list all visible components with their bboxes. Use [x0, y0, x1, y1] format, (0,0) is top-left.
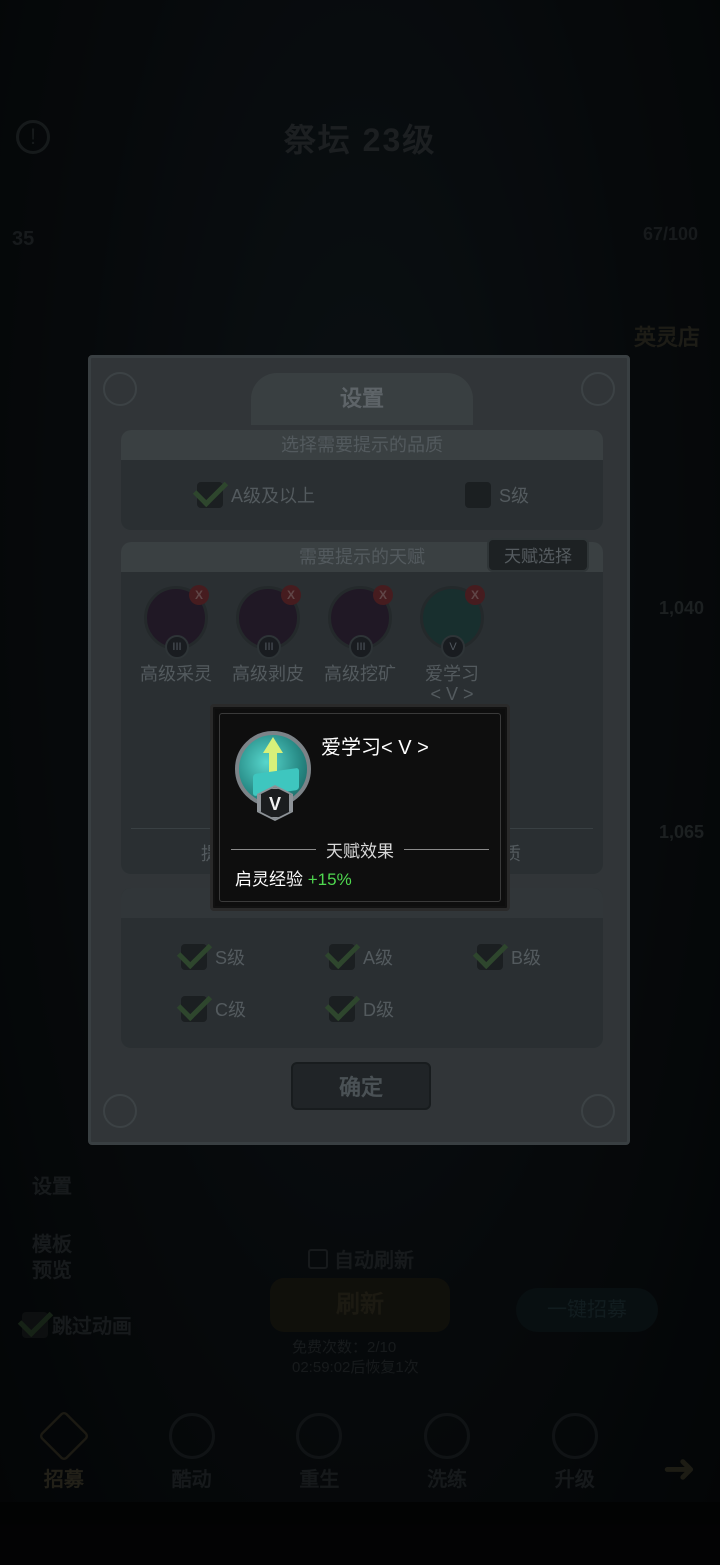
- pickaxe-icon: X III: [144, 585, 209, 659]
- settings-link[interactable]: 设置: [32, 1170, 72, 1199]
- grade-checkbox[interactable]: [477, 944, 503, 970]
- talent-popup: V 爱学习< V > 天赋效果 启灵经验 +15%: [210, 704, 510, 911]
- quality-header: 选择需要提示的品质: [121, 430, 603, 460]
- one-click-recruit-button[interactable]: 一键招募: [516, 1288, 658, 1332]
- knife-icon: X III: [236, 585, 301, 659]
- grade-checkbox[interactable]: [329, 996, 355, 1022]
- rank-badge: V: [441, 635, 465, 659]
- corner-ornament-icon: [581, 372, 615, 406]
- quality-s-label: S级: [499, 486, 530, 506]
- rank-badge: III: [257, 635, 281, 659]
- grade-option[interactable]: A级: [329, 944, 393, 970]
- next-arrow-icon[interactable]: ➜: [663, 1446, 697, 1492]
- grade-checkbox[interactable]: [181, 944, 207, 970]
- effect-label: 启灵经验: [235, 870, 303, 889]
- side-value-2: 1,065: [658, 822, 704, 842]
- skip-animation-toggle[interactable]: 跳过动画: [22, 1310, 132, 1339]
- grade-option[interactable]: B级: [477, 944, 541, 970]
- grade-label: B级: [511, 948, 542, 968]
- auto-refresh-checkbox[interactable]: [308, 1248, 328, 1269]
- grade-option[interactable]: C级: [181, 996, 246, 1022]
- bottom-nav: 招募 酷动 重生 洗练 升级 ➜: [0, 1409, 720, 1502]
- remove-icon[interactable]: X: [373, 585, 393, 605]
- nav-recruit[interactable]: 招募: [24, 1409, 104, 1492]
- effect-value: +15%: [307, 870, 352, 889]
- recruit-icon: [37, 1409, 90, 1463]
- grade-section: S级 A级 B级 C级 D级: [121, 888, 603, 1048]
- grade-option[interactable]: D级: [329, 996, 394, 1022]
- activity-icon: [168, 1413, 215, 1459]
- skip-animation-label: 跳过动画: [52, 1316, 132, 1338]
- remove-icon[interactable]: X: [465, 585, 485, 605]
- talent-name: 爱学习< V >: [321, 737, 429, 759]
- auto-refresh-label: 自动刷新: [334, 1250, 414, 1272]
- talent-item[interactable]: X III 高级挖矿: [319, 585, 401, 684]
- effect-separator: 天赋效果: [231, 837, 489, 862]
- grade-label: C级: [215, 1000, 246, 1020]
- quality-option-s[interactable]: S级: [465, 482, 529, 508]
- quality-option-a[interactable]: A级及以上: [197, 482, 315, 508]
- grade-label: S级: [215, 948, 246, 968]
- hammer-icon: X III: [328, 585, 393, 659]
- nav-rebirth[interactable]: 重生: [279, 1413, 359, 1492]
- nav-refine[interactable]: 洗练: [407, 1413, 487, 1492]
- upgrade-icon: [551, 1413, 598, 1459]
- corner-ornament-icon: [103, 372, 137, 406]
- quality-a-label: A级及以上: [231, 486, 316, 506]
- nav-upgrade[interactable]: 升级: [535, 1413, 615, 1492]
- separator-line: [231, 849, 316, 850]
- refresh-button[interactable]: 刷新: [270, 1278, 450, 1332]
- nav-activity[interactable]: 酷动: [152, 1413, 232, 1492]
- book-icon: X V: [420, 585, 485, 659]
- rebirth-icon: [296, 1413, 343, 1459]
- grade-label: A级: [363, 948, 394, 968]
- rank-badge: III: [349, 635, 373, 659]
- template-link-2[interactable]: 预览: [32, 1254, 72, 1283]
- settings-title: 设置: [251, 373, 473, 425]
- talent-select-button[interactable]: 天赋选择: [487, 538, 589, 572]
- corner-ornament-icon: [103, 1094, 137, 1128]
- grade-option[interactable]: S级: [181, 944, 245, 970]
- side-value-1: 1,040: [658, 598, 704, 618]
- grade-label: D级: [363, 1000, 394, 1020]
- arrow-stem: [269, 751, 277, 773]
- template-link-1[interactable]: 模板: [32, 1228, 72, 1257]
- talent-label: 高级剥皮: [232, 664, 304, 684]
- talent-label: 高级挖矿: [324, 664, 396, 684]
- effect-header: 天赋效果: [326, 842, 394, 861]
- quality-a-checkbox[interactable]: [197, 482, 223, 508]
- talent-item[interactable]: X III 高级采灵: [135, 585, 217, 684]
- remove-icon[interactable]: X: [189, 585, 209, 605]
- talent-icon-wrap: V: [235, 731, 315, 821]
- talent-label: 高级采灵: [140, 664, 212, 684]
- remove-icon[interactable]: X: [281, 585, 301, 605]
- altar-title: 祭坛 23级: [283, 122, 437, 158]
- refine-icon: [424, 1413, 471, 1459]
- free-times-text: 免费次数：2/10: [292, 1339, 397, 1356]
- quality-s-checkbox[interactable]: [465, 482, 491, 508]
- confirm-button[interactable]: 确定: [291, 1062, 431, 1110]
- grade-checkbox[interactable]: [181, 996, 207, 1022]
- separator-line: [404, 849, 489, 850]
- hero-shop-link[interactable]: 英灵店: [634, 320, 700, 352]
- corner-ornament-icon: [581, 1094, 615, 1128]
- resource-right: 67/100: [642, 224, 698, 244]
- rank-badge: III: [165, 635, 189, 659]
- auto-refresh-toggle[interactable]: 自动刷新: [308, 1244, 414, 1273]
- recover-time-text: 02:59:02后恢复1次: [292, 1359, 419, 1376]
- grade-checkbox[interactable]: [329, 944, 355, 970]
- quality-section: 选择需要提示的品质 A级及以上 S级: [121, 430, 603, 530]
- skip-animation-checkbox[interactable]: [22, 1311, 48, 1338]
- talent-item[interactable]: X III 高级剥皮: [227, 585, 309, 684]
- talent-item[interactable]: X V 爱学习 < V >: [411, 585, 493, 704]
- effect-text: 启灵经验 +15%: [235, 865, 352, 890]
- bottom-bar: [0, 1502, 720, 1565]
- resource-left: 35: [12, 228, 35, 250]
- talent-label: 爱学习 < V >: [425, 664, 479, 704]
